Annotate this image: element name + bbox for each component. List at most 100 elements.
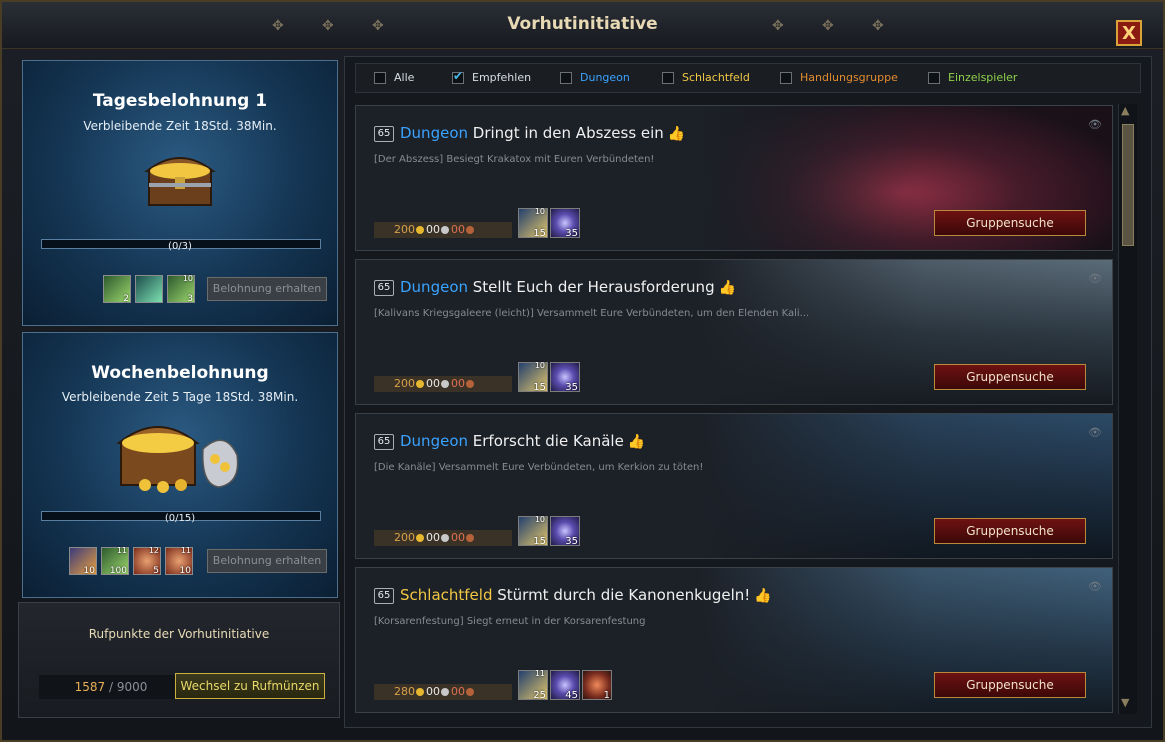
treasure-chest-icon	[144, 157, 216, 206]
gold-chest-icon	[116, 426, 239, 493]
close-button[interactable]: X	[1116, 20, 1142, 46]
reward-top-count: 11	[534, 669, 545, 678]
vanguard-coin-icon[interactable]: 35	[550, 516, 580, 547]
vanguard-coin-icon[interactable]: 35	[550, 362, 580, 393]
item-top-count: 11	[180, 546, 191, 555]
eye-icon[interactable]: 👁	[1088, 272, 1102, 285]
eye-icon[interactable]: 👁	[1088, 426, 1102, 439]
activity-entry[interactable]: 65 Dungeon Dringt in den Abszess ein 👍 [D…	[355, 105, 1113, 251]
xp-scroll-icon[interactable]: 11 25	[518, 669, 548, 701]
checkbox[interactable]	[928, 72, 940, 84]
gold-amount: 200	[394, 377, 415, 390]
item-count: 2	[123, 294, 129, 304]
activity-title: Dungeon Stellt Euch der Herausforderung 👍	[400, 278, 736, 296]
reward-count: 35	[565, 382, 578, 393]
level-badge: 65	[374, 588, 394, 604]
filter-solo[interactable]: Einzelspieler	[928, 71, 1017, 84]
red-potion-icon[interactable]: 1	[582, 670, 612, 701]
silver-coin-icon	[441, 380, 449, 388]
item-count: 10	[179, 566, 191, 576]
reward-count: 1	[603, 690, 610, 701]
activity-type: Dungeon	[400, 432, 468, 450]
checkbox[interactable]	[374, 72, 386, 84]
level-badge: 65	[374, 434, 394, 450]
copper-amount: 00	[451, 531, 465, 544]
silver-amount: 00	[426, 223, 440, 236]
exchange-reputation-button[interactable]: Wechsel zu Rufmünzen	[175, 673, 325, 699]
filter-label: Handlungsgruppe	[800, 71, 898, 84]
reputation-current: 1587	[74, 680, 106, 694]
scroll-thumb[interactable]	[1122, 124, 1134, 246]
reputation-max: / 9000	[105, 680, 148, 694]
filter-label: Empfehlen	[472, 71, 532, 84]
activity-title: Dungeon Dringt in den Abszess ein 👍	[400, 124, 685, 142]
checkbox[interactable]	[560, 72, 572, 84]
filter-battleground[interactable]: Schlachtfeld	[662, 71, 750, 84]
filter-label: Einzelspieler	[948, 71, 1018, 84]
checkbox[interactable]	[780, 72, 792, 84]
activity-entry[interactable]: 65 Schlachtfeld Stürmt durch die Kanonen…	[355, 567, 1113, 713]
scroll-up-icon[interactable]: ▲	[1121, 104, 1129, 117]
activity-entry[interactable]: 65 Dungeon Stellt Euch der Herausforderu…	[355, 259, 1113, 405]
activity-type: Schlachtfeld	[400, 586, 493, 604]
gold-amount: 200	[394, 531, 415, 544]
gold-amount: 280	[394, 685, 415, 698]
scrollbar[interactable]: ▲ ▼	[1118, 104, 1137, 714]
checkbox-checked[interactable]	[452, 69, 464, 84]
green-orb-icon[interactable]	[135, 275, 163, 303]
group-search-button[interactable]: Gruppensuche	[934, 518, 1086, 544]
money-reward: 200 00 00	[374, 376, 512, 392]
filter-label: Dungeon	[580, 71, 630, 84]
copper-coin-icon	[466, 534, 474, 542]
eye-icon[interactable]: 👁	[1088, 118, 1102, 131]
green-crystal-icon[interactable]: 2	[103, 275, 131, 304]
silver-amount: 00	[426, 531, 440, 544]
xp-scroll-icon[interactable]: 10 15	[518, 361, 548, 393]
weekly-reward-panel: Wochenbelohnung Verbleibende Zeit 5 Tage…	[22, 332, 338, 598]
weekly-reward-title: Wochenbelohnung	[91, 363, 269, 383]
weekly-reward-time: Verbleibende Zeit 5 Tage 18Std. 38Min.	[61, 390, 299, 404]
eye-icon[interactable]: 👁	[1088, 580, 1102, 593]
group-search-button[interactable]: Gruppensuche	[934, 364, 1086, 390]
weekly-claim-button[interactable]: Belohnung erhalten	[207, 549, 327, 573]
xp-scroll-icon[interactable]: 10 15	[518, 207, 548, 239]
item-count: 100	[109, 566, 127, 576]
gold-amount: 200	[394, 223, 415, 236]
item-top-count: 10	[182, 274, 193, 283]
silver-coin-icon	[441, 688, 449, 696]
reward-count: 25	[533, 690, 546, 701]
item-count: 5	[153, 566, 159, 576]
daily-reward-time: Verbleibende Zeit 18Std. 38Min.	[83, 119, 277, 133]
green-crystal-icon[interactable]: 11 100	[101, 546, 129, 576]
activity-entry[interactable]: 65 Dungeon Erforscht die Kanäle 👍 [Die Ka…	[355, 413, 1113, 559]
copper-amount: 00	[451, 223, 465, 236]
title-bar[interactable]: ✥ ✥ ✥ Vorhutinitiative ✥ ✥ ✥ X	[2, 2, 1163, 49]
reward-top-count: 10	[534, 515, 545, 524]
filter-dungeon[interactable]: Dungeon	[560, 71, 630, 84]
copper-amount: 00	[451, 377, 465, 390]
recommended-thumb-icon: 👍	[667, 126, 686, 142]
group-search-button[interactable]: Gruppensuche	[934, 210, 1086, 236]
filter-recommended[interactable]: Empfehlen	[452, 69, 532, 84]
scroll-icon[interactable]: 10	[69, 547, 97, 576]
xp-scroll-icon[interactable]: 10 15	[518, 515, 548, 547]
copper-coin-icon	[466, 688, 474, 696]
filter-all[interactable]: Alle	[374, 71, 414, 84]
red-coin-icon[interactable]: 12 5	[133, 546, 161, 576]
reputation-panel: Rufpunkte der Vorhutinitiative 1587 / 90…	[18, 602, 340, 718]
group-search-button[interactable]: Gruppensuche	[934, 672, 1086, 698]
silver-amount: 00	[426, 685, 440, 698]
checkbox[interactable]	[662, 72, 674, 84]
vanguard-coin-icon[interactable]: 35	[550, 208, 580, 239]
daily-claim-button[interactable]: Belohnung erhalten	[207, 277, 327, 301]
red-coin-icon[interactable]: 11 10	[165, 546, 193, 576]
green-gem-icon[interactable]: 10 3	[167, 274, 195, 304]
window-title: Vorhutinitiative	[507, 14, 658, 34]
gold-coin-icon	[416, 688, 424, 696]
vanguard-coin-icon[interactable]: 45	[550, 670, 580, 701]
vanguard-window: ✥ ✥ ✥ Vorhutinitiative ✥ ✥ ✥ X Tagesbelo…	[0, 0, 1165, 742]
filter-story-group[interactable]: Handlungsgruppe	[780, 71, 898, 84]
item-count: 3	[187, 294, 193, 304]
item-top-count: 11	[116, 546, 127, 555]
scroll-down-icon[interactable]: ▼	[1121, 696, 1129, 709]
